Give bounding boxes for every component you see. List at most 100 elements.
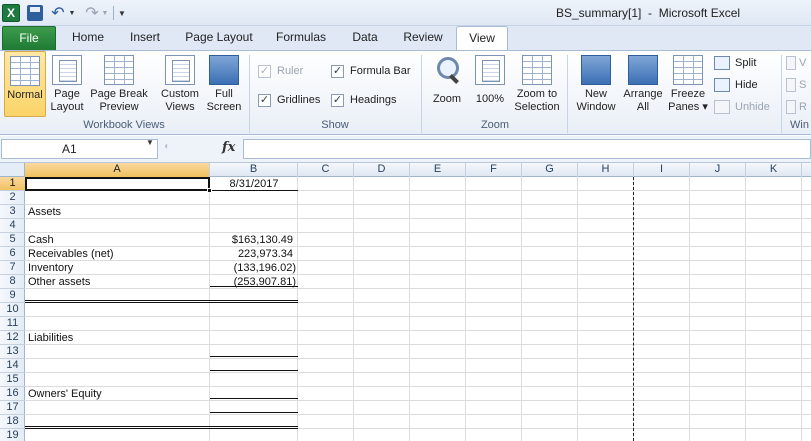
save-icon[interactable] [27,5,43,21]
row-header[interactable]: 17 [0,401,25,415]
gridlines-checkbox[interactable]: ✓ Gridlines [258,92,320,108]
split-button[interactable]: Split [714,54,756,72]
group-divider [567,55,568,133]
row-header[interactable]: 6 [0,247,25,261]
redo-dropdown-icon[interactable]: ▼ [101,4,109,22]
tab-data[interactable]: Data [340,26,390,50]
row-header[interactable]: 19 [0,429,25,441]
row-header[interactable]: 5 [0,233,25,247]
cells-area[interactable]: 8/31/2017 Assets Cash $163,130.49 Receiv… [25,177,811,441]
toolbar-divider [113,6,114,20]
tab-file[interactable]: File [2,26,56,50]
page-break-icon [104,55,134,85]
excel-icon[interactable]: X [2,4,20,22]
full-screen-label-2: Screen [206,101,242,113]
arrange-all-button[interactable]: Arrange All [621,51,665,117]
undo-icon[interactable]: ↶ [49,4,67,22]
column-header[interactable]: J [690,163,746,177]
active-cell-a1[interactable] [25,177,210,191]
row-header[interactable]: 4 [0,219,25,233]
cell-a11[interactable]: Liabilities [28,331,208,345]
column-header[interactable]: C [298,163,354,177]
row-header[interactable]: 2 [0,191,25,205]
freeze-panes-button[interactable]: Freeze Panes ▾ [667,51,709,117]
cell-a8[interactable]: Other assets [28,275,208,289]
custom-views-button[interactable]: Custom Views [158,51,202,117]
row-header[interactable]: 15 [0,373,25,387]
group-label-window: Win [790,119,809,131]
column-header[interactable]: D [354,163,410,177]
cell-b5[interactable]: $163,130.49 [210,233,293,247]
formula-bar-label: Formula Bar [350,65,411,77]
row-header[interactable]: 9 [0,289,25,303]
undo-dropdown-icon[interactable]: ▼ [68,4,76,22]
zoom-100-button[interactable]: 100 100% [470,51,510,117]
column-header[interactable]: H [578,163,634,177]
cell-b1[interactable]: 8/31/2017 [210,177,298,191]
column-header[interactable]: B [210,163,298,177]
group-label-zoom: Zoom [480,119,510,131]
insert-function-icon[interactable]: fx [222,140,235,155]
row-header[interactable]: 11 [0,317,25,331]
name-box-dropdown-icon[interactable]: ▼ [146,138,154,147]
row-header[interactable]: 8 [0,275,25,289]
customize-toolbar-icon[interactable]: ▼ [117,4,127,22]
zoom-to-selection-button[interactable]: Zoom to Selection [512,51,562,117]
normal-view-button[interactable]: Normal [4,51,46,117]
column-header[interactable]: G [522,163,578,177]
reset-window-position-button[interactable]: R [786,98,807,116]
page-break-preview-button[interactable]: Page Break Preview [88,51,150,117]
row-header[interactable]: 7 [0,261,25,275]
column-header[interactable]: I [634,163,690,177]
view-side-by-side-button[interactable]: V [786,54,806,72]
cell-b6[interactable]: 223,973.34 [210,247,293,261]
zoom-100-icon: 100 [475,55,505,85]
select-all-corner[interactable] [0,163,25,177]
row-header[interactable]: 14 [0,359,25,373]
new-window-button[interactable]: New Window [573,51,619,117]
synchronous-scrolling-button[interactable]: S [786,76,806,94]
column-header[interactable]: A [25,163,210,177]
cell-border [210,370,298,371]
full-screen-button[interactable]: Full Screen [204,51,244,117]
cell-a5[interactable]: Cash [28,233,208,247]
headings-check-icon: ✓ [331,93,344,107]
cell-a3[interactable]: Assets [28,205,208,219]
name-box[interactable]: A1 [1,139,158,159]
row-header[interactable]: 13 [0,345,25,359]
cell-a6[interactable]: Receivables (net) [28,247,208,261]
hide-button[interactable]: Hide [714,76,758,94]
formula-bar-grip-icon[interactable]: ◖ [163,141,177,157]
row-header[interactable]: 12 [0,331,25,345]
row-header[interactable]: 3 [0,205,25,219]
cell-a15[interactable]: Owners' Equity [28,387,208,401]
ruler-checkbox[interactable]: ✓ Ruler [258,63,303,79]
tab-review[interactable]: Review [398,26,448,50]
column-header[interactable]: K [746,163,802,177]
cell-a7[interactable]: Inventory [28,261,208,275]
row-header[interactable]: 18 [0,415,25,429]
row-header[interactable]: 16 [0,387,25,401]
tab-home[interactable]: Home [62,26,114,50]
tab-insert[interactable]: Insert [120,26,170,50]
tab-page-layout[interactable]: Page Layout [178,26,260,50]
zoom-button[interactable]: Zoom [428,51,466,117]
row-header[interactable]: 1 [0,177,25,191]
headings-checkbox[interactable]: ✓ Headings [331,92,396,108]
row-header[interactable]: 10 [0,303,25,317]
column-gridline [801,177,802,441]
formula-bar-checkbox[interactable]: ✓ Formula Bar [331,63,411,79]
column-header[interactable]: E [410,163,466,177]
column-header[interactable]: F [466,163,522,177]
redo-icon[interactable]: ↷ [83,4,101,22]
formula-input[interactable] [243,139,811,159]
fill-handle[interactable] [207,188,212,193]
tab-formulas[interactable]: Formulas [268,26,334,50]
page-layout-view-button[interactable]: Page Layout [48,51,86,117]
double-border [25,302,298,303]
cell-b7[interactable]: (133,196.02) [210,261,296,275]
zoom-100-label: 100% [475,93,505,105]
page-break-line [633,177,634,441]
unhide-button[interactable]: Unhide [714,98,770,116]
tab-view[interactable]: View [456,26,508,51]
